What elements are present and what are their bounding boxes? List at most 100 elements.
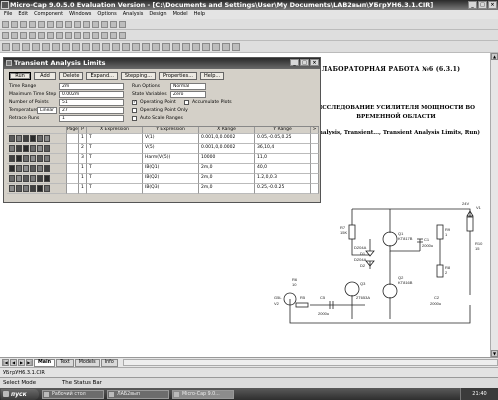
- flip-icon[interactable]: [202, 42, 210, 51]
- save-icon[interactable]: [20, 20, 27, 28]
- temperature-input[interactable]: 27: [59, 107, 124, 114]
- attribute-text-icon[interactable]: [152, 42, 160, 51]
- resistor-icon[interactable]: [2, 31, 9, 39]
- cell-x-expression[interactable]: T: [87, 134, 143, 144]
- plot-option-icon[interactable]: [9, 175, 15, 182]
- delete-button[interactable]: Delete: [59, 72, 84, 80]
- plot-option-icon[interactable]: [30, 175, 36, 182]
- help-icon[interactable]: [119, 20, 126, 28]
- table-row[interactable]: 2 T V(5) 0.001,0,0.0002 36,10,4: [7, 144, 319, 154]
- cell-x-range[interactable]: 10000: [199, 154, 255, 164]
- table-row[interactable]: 1 T IB(Q1) 2m,0 40,0: [7, 164, 319, 174]
- maximize-button[interactable]: □: [478, 1, 487, 9]
- redo-icon[interactable]: [74, 20, 81, 28]
- cell-x-range[interactable]: 2m,0: [199, 184, 255, 194]
- time-range-input[interactable]: 2m: [59, 83, 124, 90]
- pin-connections-icon[interactable]: [142, 42, 150, 51]
- plot-option-icon[interactable]: [37, 155, 43, 162]
- power-display-icon[interactable]: [172, 42, 180, 51]
- plot-style-swatches[interactable]: [7, 144, 67, 154]
- retrace-runs-input[interactable]: 1: [59, 115, 124, 122]
- probe-icon[interactable]: [119, 31, 126, 39]
- plot-option-icon[interactable]: [23, 165, 29, 172]
- cell-p[interactable]: 1: [79, 134, 87, 144]
- minimize-button[interactable]: _: [468, 1, 477, 9]
- plot-option-icon[interactable]: [23, 155, 29, 162]
- table-row[interactable]: 1 T IB(Q3) 2m,0 0.25,-0.0.25: [7, 184, 319, 194]
- menu-file[interactable]: File: [4, 10, 12, 19]
- cell-p[interactable]: 3: [79, 154, 87, 164]
- cell-p[interactable]: 1: [79, 184, 87, 194]
- plot-option-icon[interactable]: [23, 135, 29, 142]
- cell-page[interactable]: [67, 164, 79, 174]
- cell-page[interactable]: [67, 134, 79, 144]
- cell-y-expression[interactable]: IB(Q1): [143, 164, 199, 174]
- ground-icon[interactable]: [56, 31, 63, 39]
- help-button[interactable]: Help...: [200, 72, 225, 80]
- table-row[interactable]: 1 T IB(Q2) 2m,0 1.2,0,0.3: [7, 174, 319, 184]
- cell-x-expression[interactable]: T: [87, 174, 143, 184]
- auto-scale-ranges-checkbox[interactable]: [132, 116, 137, 121]
- close-button[interactable]: ×: [488, 1, 497, 9]
- max-time-step-input[interactable]: 0.002m: [59, 91, 124, 98]
- tab-text[interactable]: Text: [56, 358, 74, 367]
- zoom-in-icon[interactable]: [92, 20, 99, 28]
- wire-mode-icon[interactable]: [32, 42, 40, 51]
- cell-page[interactable]: [67, 184, 79, 194]
- cell-y-range[interactable]: 0.25,-0.0.25: [255, 184, 311, 194]
- cell-p[interactable]: 1: [79, 174, 87, 184]
- region-icon[interactable]: [82, 42, 90, 51]
- plot-option-icon[interactable]: [37, 185, 43, 192]
- dialog-maximize-button[interactable]: □: [300, 59, 309, 66]
- plot-style-swatches[interactable]: [7, 134, 67, 144]
- component-mode-icon[interactable]: [12, 42, 20, 51]
- cut-icon[interactable]: [38, 20, 45, 28]
- text-mode-icon[interactable]: [22, 42, 30, 51]
- tab-last-icon[interactable]: ▶|: [26, 359, 33, 366]
- menu-model[interactable]: Model: [173, 10, 188, 19]
- cell-y-range[interactable]: 36,10,4: [255, 144, 311, 154]
- menu-edit[interactable]: Edit: [18, 10, 28, 19]
- plot-option-icon[interactable]: [44, 175, 50, 182]
- info-icon[interactable]: [92, 42, 100, 51]
- rotate-icon[interactable]: [182, 42, 190, 51]
- diode-icon[interactable]: [29, 31, 36, 39]
- cell-y-expression[interactable]: IB(Q2): [143, 174, 199, 184]
- cell-x-expression[interactable]: T: [87, 144, 143, 154]
- voltage-source-icon[interactable]: [74, 31, 81, 39]
- plot-option-icon[interactable]: [44, 145, 50, 152]
- table-row[interactable]: 1 T V(1) 0.001,0,0.0002 0.05,-0.05,0.25: [7, 134, 319, 144]
- dialog-close-button[interactable]: ×: [310, 59, 319, 66]
- plot-option-icon[interactable]: [37, 165, 43, 172]
- zoom-out-icon[interactable]: [101, 20, 108, 28]
- number-of-points-input[interactable]: 51: [59, 99, 124, 106]
- gate-icon[interactable]: [92, 31, 99, 39]
- flag-icon[interactable]: [72, 42, 80, 51]
- select-mode-icon[interactable]: [2, 42, 10, 51]
- paste-icon[interactable]: [56, 20, 63, 28]
- pnp-transistor-icon[interactable]: [47, 31, 54, 39]
- bring-front-icon[interactable]: [222, 42, 230, 51]
- plot-option-icon[interactable]: [9, 145, 15, 152]
- tab-first-icon[interactable]: |◀: [2, 359, 9, 366]
- plot-option-icon[interactable]: [16, 185, 22, 192]
- cell-y-expression[interactable]: V(1): [143, 134, 199, 144]
- copy-icon[interactable]: [47, 20, 54, 28]
- open-file-icon[interactable]: [11, 20, 18, 28]
- send-back-icon[interactable]: [232, 42, 240, 51]
- graphics-icon[interactable]: [62, 42, 70, 51]
- circuit-file-bar[interactable]: УБгрУН6.3.1.CIR: [0, 367, 498, 377]
- stepping-button[interactable]: Stepping...: [120, 72, 156, 80]
- tab-main[interactable]: Main: [34, 358, 56, 367]
- state-variables-select[interactable]: Zero: [170, 91, 206, 98]
- cell-x-expression[interactable]: T: [87, 164, 143, 174]
- menu-help[interactable]: Help: [194, 10, 205, 19]
- plot-option-icon[interactable]: [37, 135, 43, 142]
- expand-button[interactable]: Expand...: [86, 72, 118, 80]
- plot-option-icon[interactable]: [44, 135, 50, 142]
- tab-prev-icon[interactable]: ◀: [10, 359, 17, 366]
- fit-to-window-icon[interactable]: [110, 20, 117, 28]
- plot-option-icon[interactable]: [30, 135, 36, 142]
- tab-info[interactable]: Info: [100, 358, 118, 367]
- undo-icon[interactable]: [65, 20, 72, 28]
